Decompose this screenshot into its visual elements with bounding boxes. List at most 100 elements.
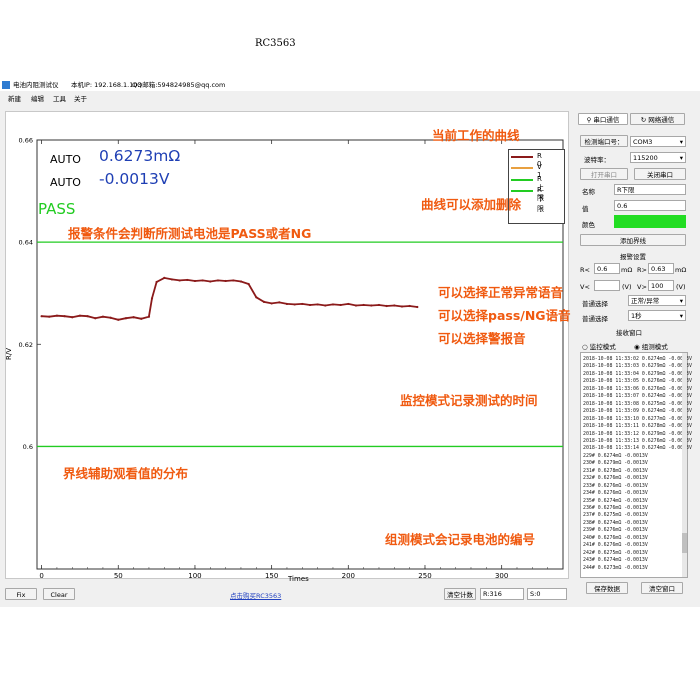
clear-window-button[interactable]: 清空窗口 bbox=[641, 582, 683, 594]
pass-status: PASS bbox=[38, 200, 76, 218]
receive-log[interactable]: 2018-10-08 11:33:02 0.6274mΩ -0.0013V 201… bbox=[580, 352, 692, 578]
log-line: 2018-10-08 11:33:14 0.6274mΩ -0.0013V bbox=[583, 445, 692, 452]
log-line: 239# 0.6276mΩ -0.0013V bbox=[583, 527, 648, 534]
series-r0-point bbox=[347, 302, 350, 306]
mode-group-label: 组测模式 bbox=[641, 343, 668, 351]
series-r0-point bbox=[262, 300, 266, 303]
y-axis-label: R/V bbox=[5, 347, 14, 361]
series-r0-point bbox=[324, 304, 327, 307]
tab-network-label: 网络通信 bbox=[648, 116, 675, 124]
r-lt-field[interactable]: 0.6 bbox=[594, 263, 620, 274]
annotation-alarm: 报警条件会判断所测试电池是PASS或者NG bbox=[68, 226, 312, 241]
series-r0-point bbox=[255, 296, 258, 299]
interval-select[interactable]: 1秒 ▾ bbox=[628, 310, 686, 321]
series-r0-point bbox=[170, 278, 174, 281]
mode-group-radio[interactable]: ◉ 组测模式 bbox=[634, 341, 668, 351]
chevron-down-icon: ▾ bbox=[679, 154, 683, 162]
log-line: 2018-10-08 11:33:04 0.6279mΩ -0.0013V bbox=[583, 370, 692, 377]
annotation-monitor-mode: 监控模式记录测试的时间 bbox=[400, 393, 538, 408]
v-gt-field[interactable]: 100 bbox=[648, 280, 674, 291]
series-r0-point bbox=[71, 316, 74, 319]
annotation-add-remove: 曲线可以添加删除 bbox=[421, 197, 522, 212]
series-r0-point bbox=[209, 280, 212, 283]
series-r0-point bbox=[55, 314, 59, 317]
log-line: 2018-10-08 11:33:10 0.6277mΩ -0.0013V bbox=[583, 415, 692, 422]
series-r0-point bbox=[109, 316, 112, 319]
y-tick-label: 0.62 bbox=[19, 341, 33, 349]
log-line: 2018-10-08 11:33:07 0.6274mΩ -0.0013V bbox=[583, 393, 692, 400]
radio-unchecked-icon: ○ bbox=[582, 343, 588, 351]
log-line: 2018-10-08 11:33:03 0.6279mΩ -0.0013V bbox=[583, 363, 692, 370]
tab-network[interactable]: ↻ 网络通信 bbox=[630, 113, 685, 125]
y-tick-label: 0.6 bbox=[23, 443, 33, 451]
open-port-button[interactable]: 打开串口 bbox=[580, 168, 628, 180]
legend-swatch bbox=[511, 190, 533, 192]
series-r0-point bbox=[370, 304, 373, 307]
series-r0-point bbox=[224, 279, 227, 283]
x-tick-label: 50 bbox=[114, 572, 123, 580]
log-line: 230# 0.6279mΩ -0.0013V bbox=[583, 460, 648, 467]
color-swatch[interactable] bbox=[614, 215, 686, 228]
log-line: 231# 0.6278mΩ -0.0013V bbox=[583, 467, 648, 474]
log-line: 235# 0.6274mΩ -0.0013V bbox=[583, 497, 648, 504]
y-tick-label: 0.66 bbox=[19, 137, 33, 145]
x-tick-label: 100 bbox=[188, 572, 201, 580]
series-r0-point bbox=[48, 315, 51, 318]
port-value: COM3 bbox=[633, 138, 653, 146]
annotation-current-curve: 当前工作的曲线 bbox=[432, 128, 520, 143]
v-lt-label: V< bbox=[580, 283, 590, 291]
log-line: 243# 0.6274mΩ -0.0013V bbox=[583, 557, 648, 564]
log-line: 242# 0.6275mΩ -0.0013V bbox=[583, 549, 648, 556]
log-line: 233# 0.6276mΩ -0.0013V bbox=[583, 482, 648, 489]
radio-checked-icon: ◉ bbox=[634, 343, 640, 351]
series-r0-point bbox=[94, 317, 97, 320]
log-line: 2018-10-08 11:33:06 0.6276mΩ -0.0013V bbox=[583, 385, 692, 392]
detect-port-button[interactable]: 检测端口号： bbox=[580, 135, 628, 147]
voice-select[interactable]: 正常/异常 ▾ bbox=[628, 295, 686, 306]
series-r0-point bbox=[385, 304, 388, 308]
series-r0-point bbox=[285, 302, 289, 306]
alarm-settings-label: 报警设置 bbox=[620, 253, 646, 261]
baud-label: 波特率： bbox=[584, 156, 610, 164]
series-r0-point bbox=[178, 279, 181, 282]
series-r0-point bbox=[117, 318, 120, 321]
add-line-button[interactable]: 添加界线 bbox=[580, 234, 686, 246]
series-r0-point bbox=[316, 303, 319, 306]
name-label: 名称 bbox=[582, 188, 595, 196]
tab-serial[interactable]: ⚲ 串口通信 bbox=[578, 113, 628, 125]
series-r0-point bbox=[101, 315, 105, 318]
series-r0-point bbox=[78, 314, 82, 317]
v-lt-field[interactable] bbox=[594, 280, 620, 291]
mode-monitor-label: 监控模式 bbox=[589, 343, 616, 351]
voltage-value: -0.0013V bbox=[99, 170, 170, 188]
log-scrollbar[interactable] bbox=[682, 353, 687, 577]
name-field[interactable]: R下限 bbox=[614, 184, 686, 195]
log-line: 236# 0.6276mΩ -0.0013V bbox=[583, 505, 648, 511]
scrollbar-thumb[interactable] bbox=[682, 533, 687, 553]
log-line: 2018-10-08 11:33:05 0.6276mΩ -0.0013V bbox=[583, 378, 692, 385]
mode-monitor-radio[interactable]: ○ 监控模式 bbox=[582, 341, 616, 351]
port-select[interactable]: COM3 ▾ bbox=[630, 136, 686, 147]
log-line: 2018-10-08 11:33:08 0.6275mΩ -0.0013V bbox=[583, 400, 692, 407]
color-label: 颜色 bbox=[582, 221, 595, 229]
baud-select[interactable]: 115200 ▾ bbox=[630, 152, 686, 163]
mode-auto-2: AUTO bbox=[50, 176, 81, 189]
annotation-voice-pass: 可以选择pass/NG语音 bbox=[438, 308, 571, 323]
log-line: 229# 0.6274mΩ -0.0013V bbox=[583, 452, 648, 459]
v-gt-unit: (V) bbox=[676, 283, 686, 291]
annotation-group-mode: 组测模式会记录电池的编号 bbox=[385, 532, 536, 547]
log-line: 2018-10-08 11:33:09 0.6274mΩ -0.0013V bbox=[583, 408, 692, 415]
series-r0-point bbox=[124, 317, 128, 320]
series-r0-point bbox=[150, 297, 154, 300]
value-field[interactable]: 0.6 bbox=[614, 200, 686, 211]
receive-window-label: 接收窗口 bbox=[616, 329, 642, 337]
r-gt-label: R> bbox=[637, 266, 647, 274]
r-gt-field[interactable]: 0.63 bbox=[648, 263, 674, 274]
interval-value: 1秒 bbox=[631, 312, 642, 320]
series-r0-point bbox=[339, 303, 342, 307]
x-tick-label: 150 bbox=[265, 572, 278, 580]
series-r0-point bbox=[40, 315, 43, 318]
save-data-button[interactable]: 保存数据 bbox=[586, 582, 628, 594]
value-label: 值 bbox=[582, 205, 589, 213]
close-port-button[interactable]: 关闭串口 bbox=[634, 168, 686, 180]
